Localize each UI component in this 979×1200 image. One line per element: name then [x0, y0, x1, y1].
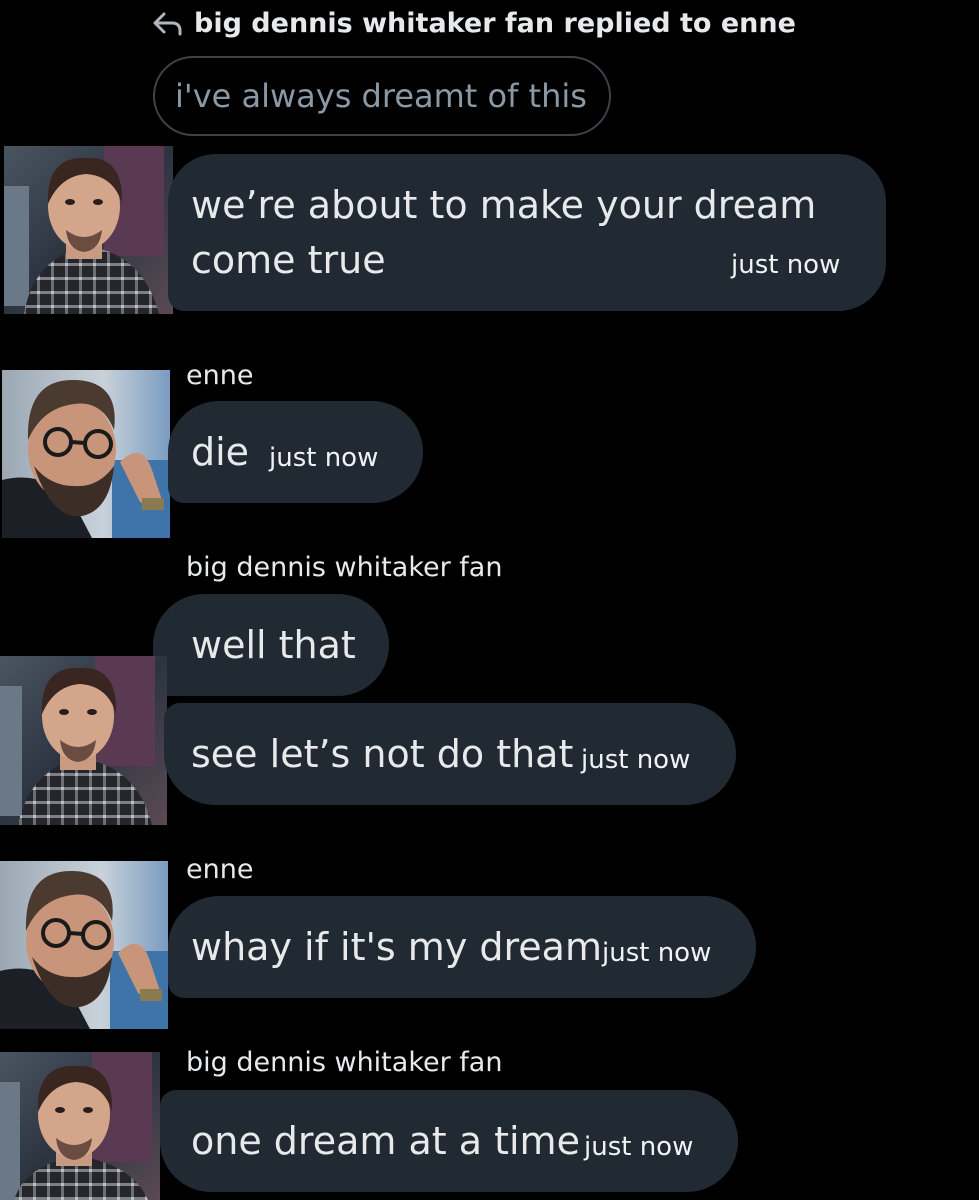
reply-arrow-icon: [152, 11, 184, 37]
avatar-enne-image: [2, 370, 170, 538]
avatar-enne[interactable]: [0, 861, 168, 1029]
message-text: one dream at a time: [191, 1119, 580, 1163]
reply-header-text: big dennis whitaker fan replied to enne: [194, 8, 796, 39]
sender-name: big dennis whitaker fan: [186, 1047, 503, 1078]
reply-header: big dennis whitaker fan replied to enne: [152, 8, 796, 39]
avatar-dennis[interactable]: [0, 656, 167, 825]
avatar-dennis-image: [4, 146, 173, 314]
message-timestamp: just now: [269, 443, 379, 473]
message-text: whay if it's my dream: [191, 925, 602, 969]
sender-name: big dennis whitaker fan: [186, 552, 503, 583]
message-timestamp: just now: [602, 938, 712, 968]
message-text-line-1: we’re about to make your dream: [191, 183, 817, 227]
avatar-enne-image: [0, 861, 168, 1029]
message-bubble[interactable]: we’re about to make your dream come true…: [168, 154, 886, 311]
avatar-enne[interactable]: [2, 370, 170, 538]
message-timestamp: just now: [731, 250, 841, 280]
message-text-line-2: come true: [191, 238, 386, 282]
quoted-message[interactable]: i've always dreamt of this: [153, 56, 611, 136]
sender-name: enne: [186, 360, 254, 391]
avatar-dennis-image: [0, 656, 167, 825]
avatar-dennis[interactable]: [0, 1052, 160, 1200]
message-bubble[interactable]: well that: [153, 594, 389, 696]
sender-name: enne: [186, 854, 254, 885]
message-bubble[interactable]: die just now: [168, 401, 423, 503]
message-text: die: [191, 430, 250, 474]
message-timestamp: just now: [581, 745, 691, 775]
message-text: well that: [191, 623, 356, 667]
message-bubble[interactable]: whay if it's my dream just now: [168, 896, 756, 998]
quoted-message-text: i've always dreamt of this: [175, 77, 587, 115]
message-bubble[interactable]: one dream at a time just now: [160, 1090, 738, 1192]
message-text: see let’s not do that: [191, 732, 574, 776]
avatar-dennis-image: [0, 1052, 160, 1200]
avatar-dennis[interactable]: [4, 146, 173, 314]
message-bubble[interactable]: see let’s not do that just now: [164, 703, 736, 805]
message-timestamp: just now: [584, 1132, 694, 1162]
